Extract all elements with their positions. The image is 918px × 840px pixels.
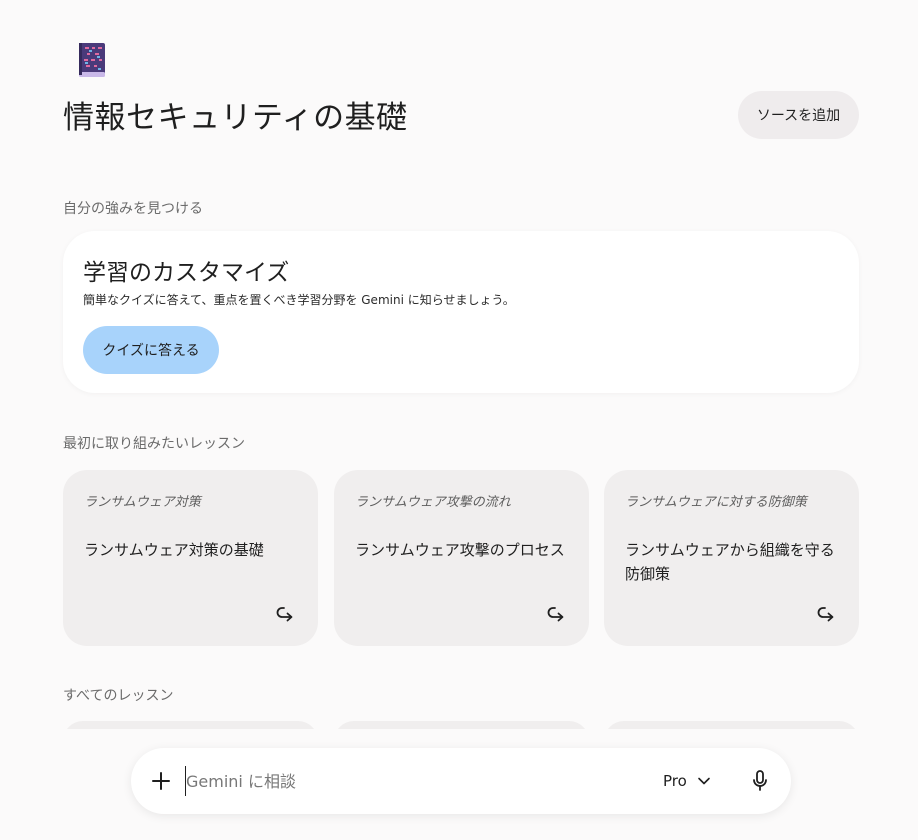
add-source-button[interactable]: ソースを追加 [738,91,859,139]
lesson-tag: ランサムウェア対策 [84,495,201,510]
lesson-card-peek[interactable] [334,721,589,729]
chevron-down-icon [697,772,711,790]
book-icon [77,42,107,78]
lesson-card-peek[interactable] [63,721,318,729]
lesson-tag: ランサムウェアに対する防御策 [625,495,807,510]
page-title: 情報セキュリティの基礎 [63,100,408,136]
lesson-title: ランサムウェア対策の基礎 [84,541,264,559]
microphone-icon[interactable] [751,769,769,793]
lesson-card-peek[interactable] [604,721,859,729]
lesson-title: ランサムウェア攻撃のプロセス [355,541,565,559]
model-select[interactable]: Pro [663,768,711,794]
chat-input[interactable] [185,766,605,796]
customize-card-description: 簡単なクイズに答えて、重点を置くべき学習分野を Gemini に知らせましょう。 [83,293,515,307]
lesson-card[interactable]: ランサムウェアに対する防御策 ランサムウェアから組織を守る防御策 [604,470,859,646]
section-label-all-lessons: すべてのレッスン [63,688,174,704]
redo-arrow-icon [547,606,567,624]
lesson-title: ランサムウェアから組織を守る防御策 [625,541,835,583]
customize-card-title: 学習のカスタマイズ [83,260,290,286]
customize-learning-card: 学習のカスタマイズ 簡単なクイズに答えて、重点を置くべき学習分野を Gemini… [63,231,859,393]
lesson-card[interactable]: ランサムウェア攻撃の流れ ランサムウェア攻撃のプロセス [334,470,589,646]
section-label-strengths: 自分の強みを見つける [63,201,203,217]
plus-icon[interactable] [149,769,173,793]
section-label-recommended: 最初に取り組みたいレッスン [63,436,245,452]
redo-arrow-icon [276,606,296,624]
redo-arrow-icon [817,606,837,624]
lesson-card[interactable]: ランサムウェア対策 ランサムウェア対策の基礎 [63,470,318,646]
chat-bar: Pro [131,748,791,814]
lesson-tag: ランサムウェア攻撃の流れ [355,495,511,510]
all-lessons-list [0,721,918,729]
model-label: Pro [663,772,687,790]
take-quiz-button[interactable]: クイズに答える [83,326,219,374]
